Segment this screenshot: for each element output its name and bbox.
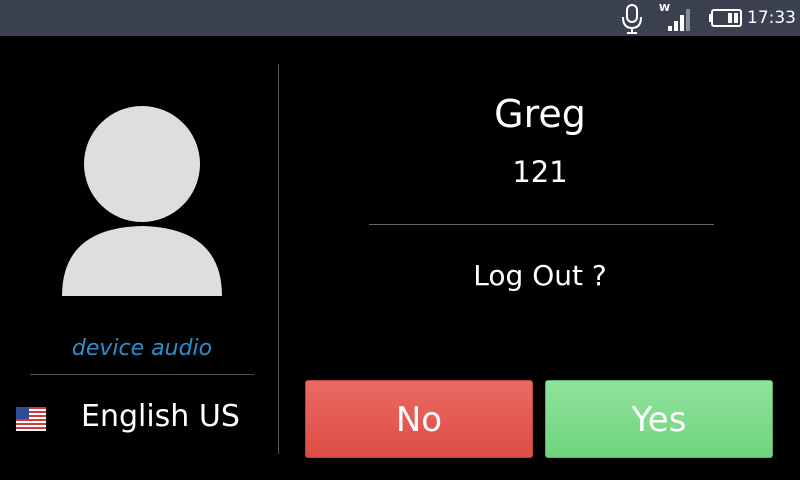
- user-name: Greg: [494, 92, 586, 136]
- signal-strength-icon: W: [659, 3, 690, 31]
- network-type-label: W: [659, 3, 670, 14]
- yes-button[interactable]: Yes: [545, 380, 773, 458]
- no-button[interactable]: No: [305, 380, 533, 458]
- status-bar: W 17:33: [0, 0, 800, 36]
- language-selector[interactable]: English US: [81, 397, 240, 437]
- person-icon: [62, 104, 222, 296]
- battery-icon: [709, 9, 742, 27]
- microphone-icon: [622, 4, 642, 34]
- vertical-divider: [278, 64, 279, 454]
- logout-prompt: Log Out ?: [473, 259, 607, 292]
- audio-source-label: device audio: [71, 336, 213, 361]
- us-flag-icon[interactable]: [16, 407, 46, 431]
- divider: [369, 224, 714, 225]
- status-time: 17:33: [747, 8, 796, 28]
- user-extension: 121: [512, 155, 568, 189]
- divider: [30, 374, 254, 375]
